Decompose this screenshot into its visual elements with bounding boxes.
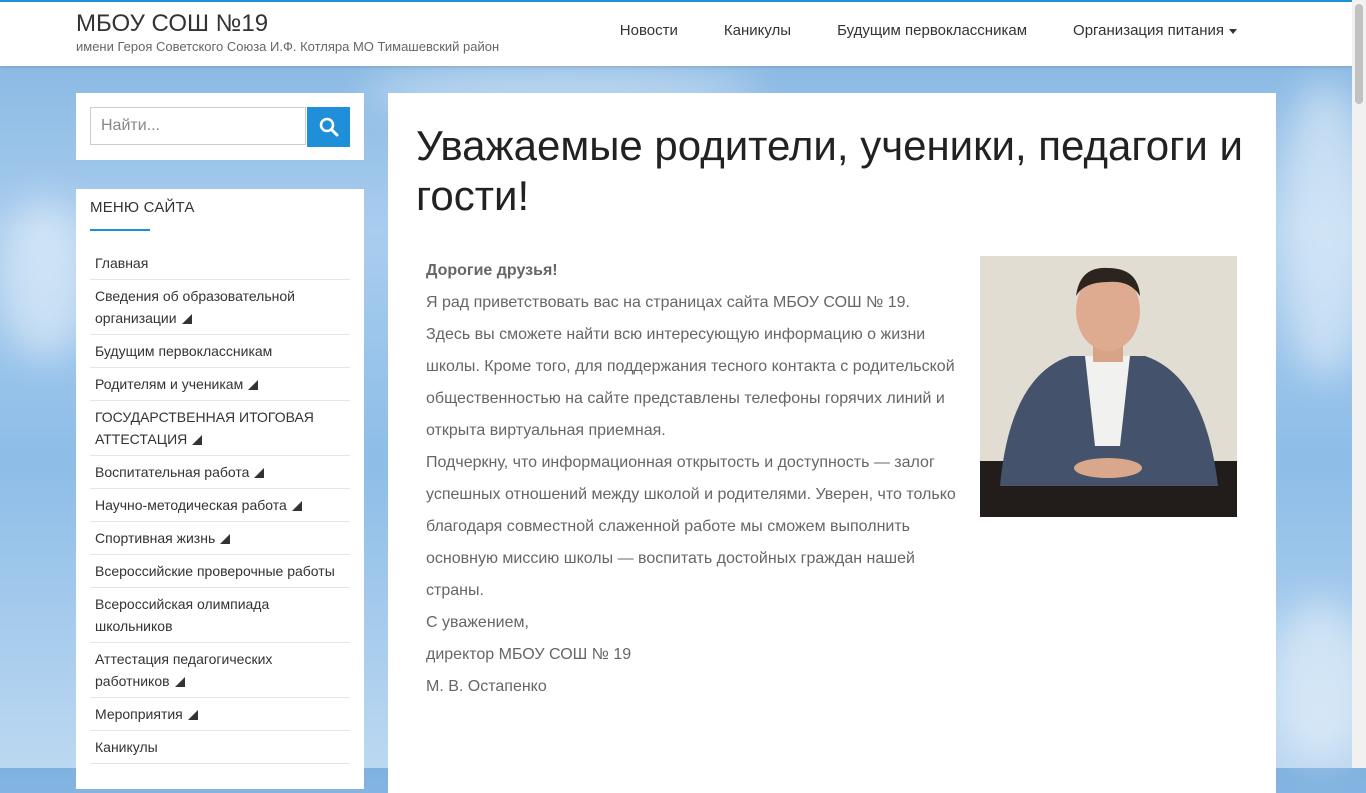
submenu-triangle-icon bbox=[248, 380, 259, 390]
menu-item-label: Каникулы bbox=[95, 739, 158, 755]
submenu-triangle-icon bbox=[181, 314, 192, 324]
menu-item[interactable]: Родителям и ученикам bbox=[90, 368, 350, 401]
menu-title: МЕНЮ САЙТА bbox=[90, 199, 195, 216]
site-title[interactable]: МБОУ СОШ №19 bbox=[76, 10, 268, 38]
menu-item[interactable]: Научно-методическая работа bbox=[90, 489, 350, 522]
menu-item-label: Сведения об образовательной организации bbox=[95, 288, 295, 326]
site-subtitle: имени Героя Советского Союза И.Ф. Котляр… bbox=[76, 39, 500, 54]
menu-item-label: Родителям и ученикам bbox=[95, 376, 244, 392]
menu-item[interactable]: Всероссийские проверочные работы bbox=[90, 555, 350, 588]
paragraph-2: Здесь вы сможете найти всю интересующую … bbox=[426, 326, 955, 439]
menu-item-label: Спортивная жизнь bbox=[95, 530, 216, 546]
nav-catering[interactable]: Организация питания bbox=[1050, 22, 1260, 39]
menu-list: Главная Сведения об образовательной орган… bbox=[90, 247, 350, 764]
paragraph-1: Я рад приветствовать вас на страницах са… bbox=[426, 294, 910, 311]
page-title: Уважаемые родители, ученики, педагоги и … bbox=[416, 122, 1243, 219]
nav-future-first-graders[interactable]: Будущим первоклассникам bbox=[814, 22, 1050, 39]
submenu-triangle-icon bbox=[174, 677, 185, 687]
menu-item-label: Научно-методическая работа bbox=[95, 497, 287, 513]
search-button[interactable] bbox=[307, 107, 350, 147]
submenu-triangle-icon bbox=[187, 710, 198, 720]
menu-item[interactable]: Сведения об образовательной организации bbox=[90, 280, 350, 335]
article-text: Дорогие друзья! Я рад приветствовать вас… bbox=[426, 255, 956, 703]
menu-item-label: Главная bbox=[95, 255, 149, 271]
submenu-triangle-icon bbox=[254, 468, 265, 478]
menu-item-label: Воспитательная работа bbox=[95, 464, 250, 480]
menu-item-label: Всероссийская олимпиада школьников bbox=[95, 596, 270, 634]
menu-item-label: ГОСУДАРСТВЕННАЯ ИТОГОВАЯ АТТЕСТАЦИЯ bbox=[95, 409, 314, 447]
submenu-triangle-icon bbox=[192, 435, 203, 445]
menu-item[interactable]: Будущим первоклассникам bbox=[90, 335, 350, 368]
nav-holidays[interactable]: Каникулы bbox=[701, 22, 814, 39]
menu-item[interactable]: Мероприятия bbox=[90, 698, 350, 731]
menu-item[interactable]: Каникулы bbox=[90, 731, 350, 764]
main-content: Уважаемые родители, ученики, педагоги и … bbox=[388, 93, 1276, 793]
nav-catering-label: Организация питания bbox=[1073, 22, 1224, 39]
menu-item[interactable]: Воспитательная работа bbox=[90, 456, 350, 489]
author-signature: М. В. Остапенко bbox=[426, 678, 547, 695]
search-icon bbox=[319, 117, 338, 137]
menu-item[interactable]: Главная bbox=[90, 247, 350, 280]
director-photo bbox=[980, 256, 1237, 517]
menu-item-label: Мероприятия bbox=[95, 706, 183, 722]
menu-item-label: Будущим первоклассникам bbox=[95, 343, 273, 359]
menu-item[interactable]: Спортивная жизнь bbox=[90, 522, 350, 555]
main-nav: Новости Каникулы Будущим первоклассникам… bbox=[597, 22, 1260, 39]
site-menu: МЕНЮ САЙТА Главная Сведения об образовате… bbox=[76, 189, 364, 789]
search-input[interactable] bbox=[90, 107, 306, 145]
scrollbar-thumb[interactable] bbox=[1355, 4, 1363, 104]
submenu-triangle-icon bbox=[220, 534, 231, 544]
menu-item[interactable]: Аттестация педагогических работников bbox=[90, 643, 350, 698]
paragraph-3: Подчеркну, что информационная открытость… bbox=[426, 454, 956, 599]
site-header: МБОУ СОШ №19 имени Героя Советского Союз… bbox=[0, 0, 1352, 66]
menu-item[interactable]: ГОСУДАРСТВЕННАЯ ИТОГОВАЯ АТТЕСТАЦИЯ bbox=[90, 401, 350, 456]
submenu-triangle-icon bbox=[291, 501, 302, 511]
nav-news[interactable]: Новости bbox=[597, 22, 701, 39]
author-position: директор МБОУ СОШ № 19 bbox=[426, 646, 632, 663]
menu-item-label: Всероссийские проверочные работы bbox=[95, 563, 335, 579]
menu-title-underline bbox=[90, 229, 150, 231]
page-scrollbar[interactable] bbox=[1352, 0, 1366, 768]
closing: С уважением, bbox=[426, 614, 529, 631]
menu-item[interactable]: Всероссийская олимпиада школьников bbox=[90, 588, 350, 643]
search-widget bbox=[76, 93, 364, 160]
chevron-down-icon bbox=[1229, 28, 1237, 34]
greeting: Дорогие друзья! bbox=[426, 262, 558, 279]
